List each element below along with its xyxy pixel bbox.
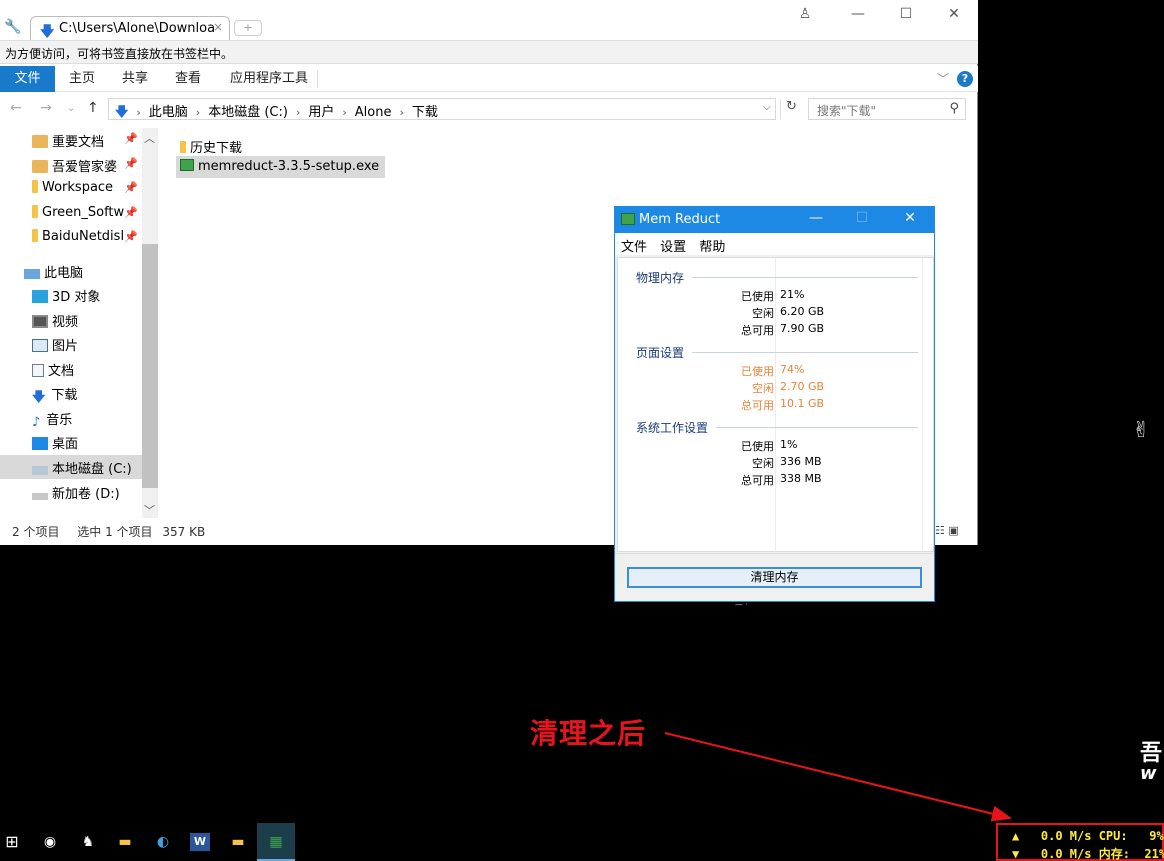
network-monitor: ▲ 0.0 M/s CPU: 9% ▼ 0.0 M/s 内存: 21% bbox=[996, 823, 1164, 861]
file-explorer-icon[interactable]: ▬ bbox=[228, 833, 248, 851]
screen: 🔧 🡇 C:\Users\Alone\Downloa × + ♙ — ☐ ✕ 为… bbox=[0, 0, 1164, 861]
memreduct-taskbar-button[interactable]: ▦ bbox=[257, 823, 295, 861]
file-explorer-icon[interactable]: ▬ bbox=[115, 833, 135, 851]
360-browser-icon[interactable]: ◉ bbox=[40, 833, 60, 851]
net-upload-cpu: ▲ 0.0 M/s CPU: 9% bbox=[1012, 829, 1164, 843]
net-download-memory: ▼ 0.0 M/s 内存: 21% bbox=[1012, 847, 1164, 861]
windows-start-icon[interactable]: ⊞ bbox=[2, 833, 22, 851]
annotation-arrow bbox=[664, 732, 1012, 822]
taskbar: ⊞ ◉ ♞ ▬ ◐ W ▬ ▦ bbox=[0, 823, 1164, 861]
fox-app-icon[interactable]: ♞ bbox=[78, 833, 98, 851]
word-icon[interactable]: W bbox=[190, 833, 210, 851]
memreduct-app-icon: ▦ bbox=[269, 834, 283, 850]
edge-icon[interactable]: ◐ bbox=[153, 833, 173, 851]
